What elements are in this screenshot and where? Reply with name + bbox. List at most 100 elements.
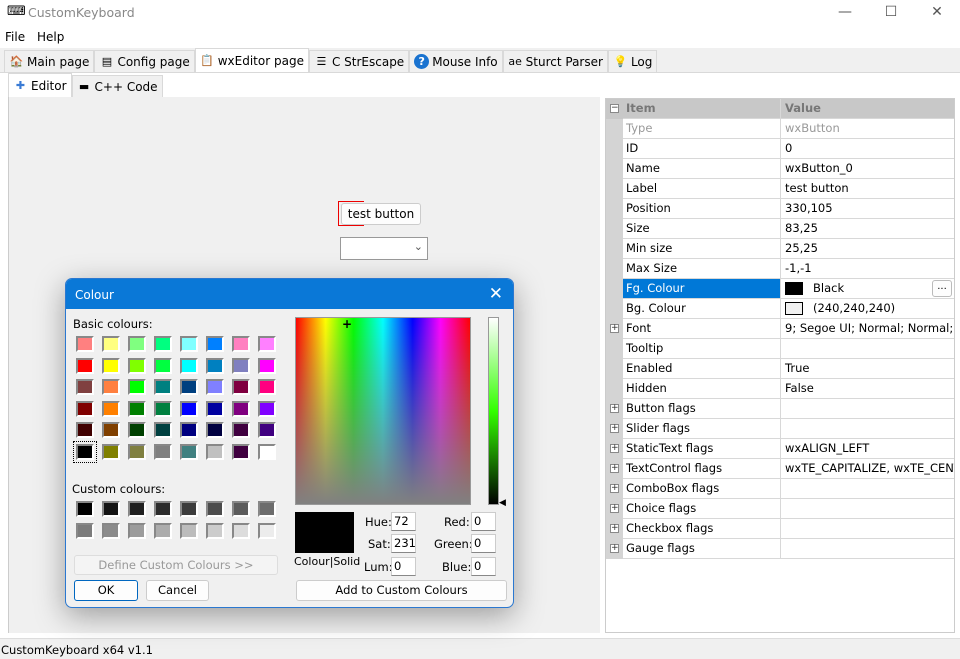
collapse-icon[interactable]: − — [610, 104, 619, 113]
ok-button[interactable]: OK — [74, 580, 138, 601]
red-input[interactable]: 0 — [471, 512, 496, 531]
expand-icon[interactable]: + — [610, 464, 619, 473]
colour-swatch[interactable] — [102, 444, 120, 460]
property-row[interactable]: Max Size -1,-1 — [606, 259, 954, 279]
property-value[interactable] — [781, 539, 954, 559]
colour-swatch[interactable] — [102, 400, 120, 417]
colour-swatch[interactable] — [232, 422, 250, 439]
property-row[interactable]: + Font 9; Segoe UI; Normal; Normal; Normal — [606, 319, 954, 339]
colour-swatch[interactable] — [154, 501, 172, 517]
property-value[interactable] — [781, 339, 954, 359]
colour-swatch[interactable] — [232, 379, 250, 396]
define-custom-colours-button[interactable]: Define Custom Colours >> — [74, 555, 278, 575]
tab-log[interactable]: 💡 Log — [607, 50, 658, 72]
property-value[interactable]: (240,240,240) — [781, 299, 954, 319]
colour-swatch[interactable] — [76, 379, 94, 396]
colour-swatch[interactable] — [128, 523, 146, 539]
colour-swatch[interactable] — [128, 422, 146, 439]
expand-icon[interactable]: + — [610, 404, 619, 413]
property-row[interactable]: + Button flags — [606, 399, 954, 419]
colour-swatch[interactable] — [206, 336, 224, 352]
colour-swatch[interactable] — [76, 400, 94, 417]
colour-swatch[interactable] — [258, 523, 276, 539]
hue-input[interactable]: 72 — [391, 512, 416, 531]
property-row[interactable]: Min size 25,25 — [606, 239, 954, 259]
property-value[interactable] — [781, 519, 954, 539]
property-row[interactable]: Type wxButton — [606, 119, 954, 139]
colour-swatch[interactable] — [102, 357, 120, 374]
colour-swatch[interactable] — [258, 400, 276, 417]
expand-icon[interactable]: + — [610, 484, 619, 493]
colour-swatch[interactable] — [128, 379, 146, 396]
property-value[interactable]: wxTE_CAPITALIZE, wxTE_CENTER — [781, 459, 954, 479]
minimize-button[interactable]: — — [822, 0, 868, 26]
colour-swatch[interactable] — [102, 523, 120, 539]
tab-main-page[interactable]: 🏠 Main page — [4, 50, 95, 72]
colour-swatch[interactable] — [180, 523, 198, 539]
tab-config-page[interactable]: ▤ Config page — [94, 50, 195, 72]
colour-swatch[interactable] — [258, 357, 276, 374]
property-value[interactable]: 25,25 — [781, 239, 954, 259]
dialog-close-button[interactable]: ✕ — [489, 284, 503, 304]
tab-c-strescape[interactable]: ☰ C StrEscape — [308, 50, 410, 72]
green-input[interactable]: 0 — [471, 534, 496, 553]
expand-icon[interactable]: + — [610, 424, 619, 433]
colour-swatch[interactable] — [102, 501, 120, 517]
tab-wxeditor-page[interactable]: 📋 wxEditor page — [194, 48, 309, 72]
property-row[interactable]: + Choice flags — [606, 499, 954, 519]
colour-swatch[interactable] — [128, 444, 146, 460]
colour-swatch[interactable] — [206, 400, 224, 417]
colour-swatch[interactable] — [180, 336, 198, 352]
property-value[interactable]: 9; Segoe UI; Normal; Normal; Normal — [781, 319, 954, 339]
close-button[interactable]: ✕ — [914, 0, 960, 26]
property-value[interactable]: Black... — [781, 279, 954, 299]
colour-swatch[interactable] — [258, 422, 276, 439]
menu-help[interactable]: Help — [37, 30, 64, 44]
property-row[interactable]: Hidden False — [606, 379, 954, 399]
colour-swatch[interactable] — [258, 379, 276, 396]
expand-icon[interactable]: + — [610, 324, 619, 333]
colour-swatch[interactable] — [232, 336, 250, 352]
slider-arrow-icon[interactable]: ◀ — [499, 498, 506, 508]
lum-input[interactable]: 0 — [391, 557, 416, 576]
colour-swatch[interactable] — [154, 422, 172, 439]
colour-swatch[interactable] — [180, 422, 198, 439]
expand-icon[interactable]: + — [610, 524, 619, 533]
property-row[interactable]: Position 330,105 — [606, 199, 954, 219]
colour-swatch[interactable] — [232, 357, 250, 374]
property-value[interactable]: 0 — [781, 139, 954, 159]
add-to-custom-colours-button[interactable]: Add to Custom Colours — [296, 580, 507, 601]
colour-swatch[interactable] — [128, 357, 146, 374]
property-value[interactable] — [781, 399, 954, 419]
colour-swatch[interactable] — [102, 379, 120, 396]
colour-spectrum[interactable]: + — [295, 317, 471, 505]
colour-swatch[interactable] — [206, 444, 224, 460]
property-row[interactable]: Tooltip — [606, 339, 954, 359]
colour-swatch[interactable] — [154, 400, 172, 417]
colour-swatch[interactable] — [154, 336, 172, 352]
property-row[interactable]: Bg. Colour (240,240,240) — [606, 299, 954, 319]
colour-swatch[interactable] — [154, 379, 172, 396]
property-row[interactable]: + ComboBox flags — [606, 479, 954, 499]
colour-swatch[interactable] — [73, 441, 97, 463]
property-row[interactable]: ID 0 — [606, 139, 954, 159]
sat-input[interactable]: 231 — [391, 534, 416, 553]
property-row[interactable]: + Checkbox flags — [606, 519, 954, 539]
colour-swatch[interactable] — [206, 379, 224, 396]
colour-swatch[interactable] — [258, 501, 276, 517]
colour-swatch[interactable] — [206, 501, 224, 517]
test-button[interactable]: test button — [341, 203, 421, 225]
colour-swatch[interactable] — [258, 444, 276, 460]
property-row[interactable]: Enabled True — [606, 359, 954, 379]
property-value[interactable] — [781, 419, 954, 439]
property-row[interactable]: Name wxButton_0 — [606, 159, 954, 179]
colour-swatch[interactable] — [154, 357, 172, 374]
property-value[interactable]: 330,105 — [781, 199, 954, 219]
blue-input[interactable]: 0 — [471, 557, 496, 576]
colour-swatch[interactable] — [232, 444, 250, 460]
colour-swatch[interactable] — [76, 523, 94, 539]
property-row[interactable]: + StaticText flags wxALIGN_LEFT — [606, 439, 954, 459]
property-row[interactable]: + Gauge flags — [606, 539, 954, 559]
colour-swatch[interactable] — [76, 357, 94, 374]
property-value[interactable] — [781, 479, 954, 499]
